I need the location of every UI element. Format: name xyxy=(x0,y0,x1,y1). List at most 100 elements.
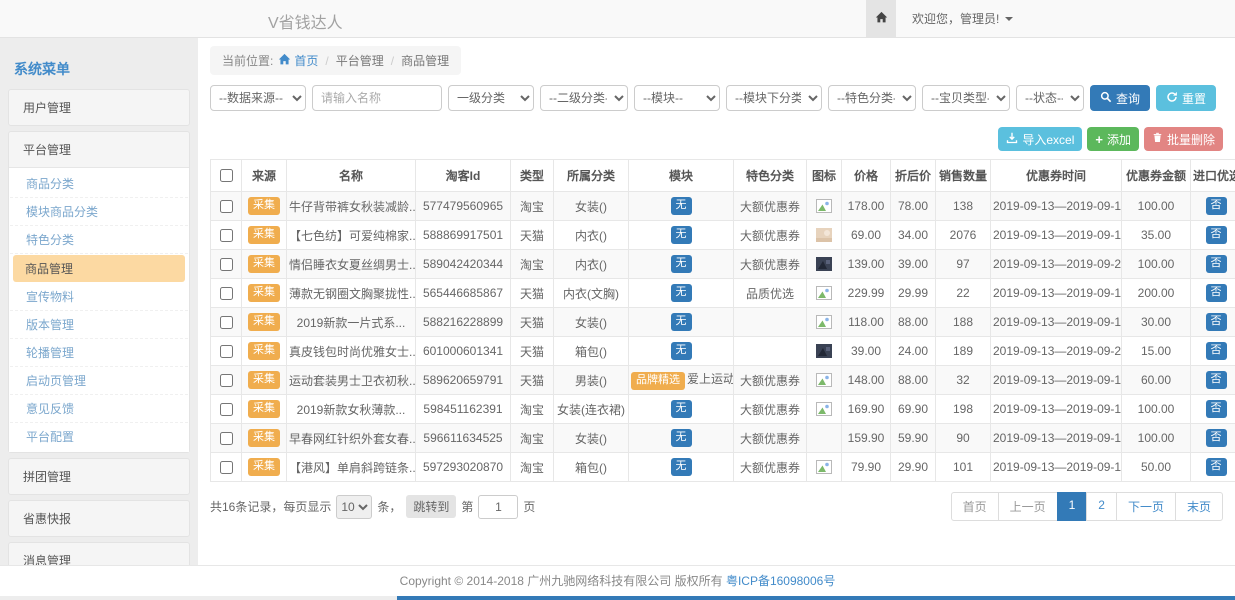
batch-delete-button[interactable]: 批量删除 xyxy=(1144,127,1223,151)
page-button[interactable]: 末页 xyxy=(1175,492,1223,521)
pagination-bar: 共16条记录，每页显示 10 条， 跳转到 第 页 首页上一页12下一页末页 xyxy=(210,492,1223,521)
import-select-badge[interactable]: 否 xyxy=(1206,458,1227,475)
filter-select[interactable]: --宝贝类型-- xyxy=(922,85,1010,111)
name-search-input[interactable] xyxy=(312,85,442,111)
sidebar-group-header[interactable]: 省惠快报 xyxy=(9,501,189,536)
sidebar-item[interactable]: 模块商品分类 xyxy=(10,198,188,226)
bottom-blue-strip xyxy=(397,596,1235,600)
filter-select[interactable]: --模块下分类-- xyxy=(726,85,822,111)
filter-data-source-select[interactable]: --数据来源-- xyxy=(210,85,306,111)
home-button[interactable] xyxy=(866,0,896,37)
row-checkbox[interactable] xyxy=(220,229,233,242)
sidebar-item[interactable]: 意见反馈 xyxy=(10,395,188,423)
cell-coupon-time: 2019-09-13—2019-09-18 xyxy=(991,221,1122,250)
filter-select[interactable]: --特色分类-- xyxy=(828,85,916,111)
sidebar-group: 平台管理商品分类模块商品分类特色分类商品管理宣传物料版本管理轮播管理启动页管理意… xyxy=(8,131,190,453)
import-select-badge[interactable]: 否 xyxy=(1206,284,1227,301)
import-select-badge[interactable]: 否 xyxy=(1206,313,1227,330)
sidebar-group-header[interactable]: 平台管理 xyxy=(9,132,189,167)
module-badge[interactable]: 品牌精选 xyxy=(631,372,685,389)
column-header: 类型 xyxy=(511,160,554,192)
row-checkbox[interactable] xyxy=(220,200,233,213)
module-badge[interactable]: 无 xyxy=(671,197,692,214)
filter-select[interactable]: --二级分类-- xyxy=(540,85,628,111)
module-badge[interactable]: 无 xyxy=(671,429,692,446)
row-checkbox[interactable] xyxy=(220,403,233,416)
row-checkbox[interactable] xyxy=(220,432,233,445)
module-badge[interactable]: 无 xyxy=(671,400,692,417)
add-button[interactable]: + 添加 xyxy=(1087,127,1139,151)
sidebar-group-header[interactable]: 拼团管理 xyxy=(9,459,189,494)
module-badge[interactable]: 无 xyxy=(671,313,692,330)
import-excel-button[interactable]: 导入excel xyxy=(998,127,1082,151)
row-checkbox[interactable] xyxy=(220,287,233,300)
cell-category: 内衣() xyxy=(554,250,629,279)
sidebar-item[interactable]: 商品分类 xyxy=(10,170,188,198)
jump-button[interactable]: 跳转到 xyxy=(406,495,456,518)
column-header: 特色分类 xyxy=(734,160,807,192)
module-badge[interactable]: 无 xyxy=(671,226,692,243)
column-header: 优惠券金额 xyxy=(1122,160,1191,192)
import-select-badge[interactable]: 否 xyxy=(1206,226,1227,243)
cell-taoke-id: 589042420344 xyxy=(416,250,511,279)
import-select-badge[interactable]: 否 xyxy=(1206,255,1227,272)
page-button[interactable]: 1 xyxy=(1057,492,1088,521)
module-badge[interactable]: 无 xyxy=(671,284,692,301)
sidebar-item[interactable]: 启动页管理 xyxy=(10,367,188,395)
cell-price: 118.00 xyxy=(842,308,891,337)
sidebar-item[interactable]: 宣传物料 xyxy=(10,283,188,311)
records-total-text: 共16条记录，每页显示 xyxy=(210,498,331,515)
breadcrumb-separator: / xyxy=(391,54,394,68)
table-row: 采集2019新款女秋薄款...598451162391淘宝女装(连衣裙)无大额优… xyxy=(211,395,1235,424)
source-badge: 采集 xyxy=(248,429,280,446)
user-menu[interactable]: 欢迎您，管理员! xyxy=(912,10,1013,27)
cell-coupon-time: 2019-09-13—2019-09-15 xyxy=(991,366,1122,395)
import-select-badge[interactable]: 否 xyxy=(1206,429,1227,446)
row-checkbox[interactable] xyxy=(220,258,233,271)
cell-discount-price: 29.90 xyxy=(891,453,936,482)
page-button[interactable]: 首页 xyxy=(951,492,999,521)
import-select-badge[interactable]: 否 xyxy=(1206,197,1227,214)
page-size-select[interactable]: 10 xyxy=(336,495,372,519)
breadcrumb-item[interactable]: 平台管理 xyxy=(336,52,384,69)
import-select-badge[interactable]: 否 xyxy=(1206,400,1227,417)
sidebar-group-header[interactable]: 用户管理 xyxy=(9,90,189,125)
module-badge[interactable]: 无 xyxy=(671,458,692,475)
sidebar-item[interactable]: 特色分类 xyxy=(10,226,188,254)
icp-link[interactable]: 粤ICP备16098006号 xyxy=(726,574,835,588)
row-checkbox[interactable] xyxy=(220,345,233,358)
column-header: 来源 xyxy=(242,160,287,192)
module-badge[interactable]: 无 xyxy=(671,255,692,272)
page-button[interactable]: 上一页 xyxy=(998,492,1058,521)
page-number-input[interactable] xyxy=(478,495,518,519)
cell-price: 159.90 xyxy=(842,424,891,453)
breadcrumb-item[interactable]: 商品管理 xyxy=(401,52,449,69)
cell-sales: 97 xyxy=(936,250,991,279)
filter-select[interactable]: --模块-- xyxy=(634,85,720,111)
sidebar-group-header[interactable]: 消息管理 xyxy=(9,543,189,565)
sidebar-item[interactable]: 平台配置 xyxy=(10,423,188,450)
filter-select[interactable]: 一级分类 xyxy=(448,85,534,111)
row-checkbox[interactable] xyxy=(220,316,233,329)
sidebar-item[interactable]: 商品管理 xyxy=(13,255,185,282)
import-select-badge[interactable]: 否 xyxy=(1206,342,1227,359)
page-button[interactable]: 下一页 xyxy=(1116,492,1176,521)
module-badge[interactable]: 无 xyxy=(671,342,692,359)
filter-select[interactable]: --状态-- xyxy=(1016,85,1084,111)
reset-button[interactable]: 重置 xyxy=(1156,85,1216,111)
cell-price: 178.00 xyxy=(842,192,891,221)
cell-sales: 32 xyxy=(936,366,991,395)
sidebar-item[interactable]: 轮播管理 xyxy=(10,339,188,367)
sidebar-item[interactable]: 版本管理 xyxy=(10,311,188,339)
breadcrumb-home-link[interactable]: 首页 xyxy=(278,52,318,69)
select-all-checkbox[interactable] xyxy=(220,169,233,182)
home-icon xyxy=(278,53,291,69)
page-button[interactable]: 2 xyxy=(1086,492,1117,521)
source-badge: 采集 xyxy=(248,400,280,417)
cell-taoke-id: 596611634525 xyxy=(416,424,511,453)
row-checkbox[interactable] xyxy=(220,461,233,474)
import-select-badge[interactable]: 否 xyxy=(1206,371,1227,388)
source-badge: 采集 xyxy=(248,313,280,330)
search-button[interactable]: 查询 xyxy=(1090,85,1150,111)
row-checkbox[interactable] xyxy=(220,374,233,387)
